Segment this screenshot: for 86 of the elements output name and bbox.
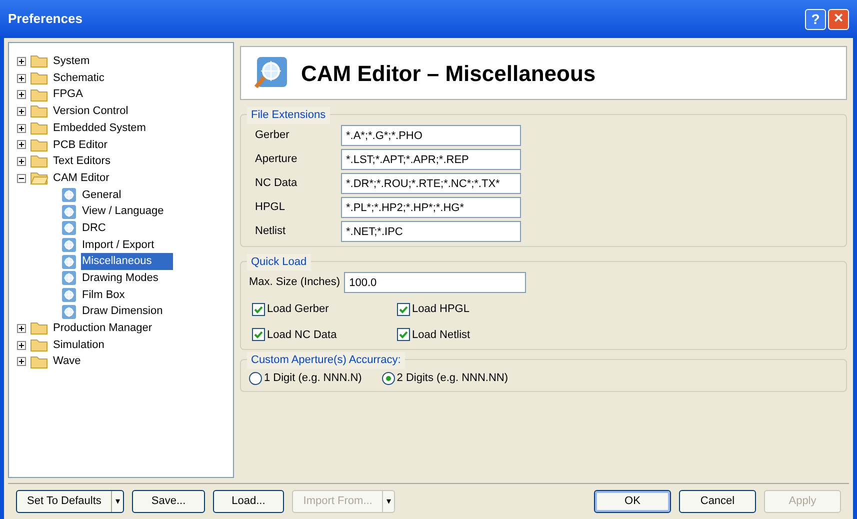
- tree-item[interactable]: Production Manager: [52, 320, 154, 337]
- folder-icon: [30, 54, 48, 68]
- expand-icon[interactable]: [17, 357, 26, 366]
- button[interactable]: OK: [594, 490, 671, 513]
- open-folder-icon: [30, 171, 48, 186]
- expand-icon[interactable]: [17, 90, 26, 100]
- checkbox[interactable]: [252, 302, 265, 316]
- group-title: Quick Load: [247, 254, 311, 270]
- button[interactable]: Load...: [212, 490, 284, 513]
- field-label: Netlist: [254, 224, 287, 240]
- tree-item[interactable]: CAM Editor: [52, 170, 110, 186]
- field-label: NC Data: [254, 176, 298, 192]
- folder-icon: [30, 321, 48, 336]
- field-label: Aperture: [254, 152, 298, 168]
- radio-button[interactable]: [249, 372, 262, 385]
- magnifier-page-icon: [61, 204, 77, 220]
- group-title: Custom Aperture(s) Accurracy:: [247, 352, 405, 368]
- checkbox-label: Load NC Data: [267, 328, 337, 342]
- input-field[interactable]: *.PL*;*.HP2;*.HP*;*.HG*: [341, 197, 521, 218]
- group-title: File Extensions: [247, 107, 330, 124]
- page-title: CAM Editor – Miscellaneous: [301, 60, 596, 88]
- tree-item[interactable]: Import / Export: [81, 236, 156, 254]
- folder-icon: [30, 354, 48, 369]
- magnifier-logo-icon: [253, 55, 289, 91]
- field-label: Max. Size (Inches): [249, 275, 340, 290]
- input-field[interactable]: *.A*;*.G*;*.PHO: [341, 125, 521, 146]
- tree-item[interactable]: PCB Editor: [52, 136, 108, 154]
- input-field[interactable]: *.NET;*.IPC: [341, 221, 521, 242]
- expand-icon[interactable]: [17, 324, 26, 333]
- folder-icon: [30, 138, 48, 152]
- close-button[interactable]: ×: [828, 8, 849, 30]
- folder-icon: [30, 88, 48, 102]
- input-field[interactable]: *.DR*;*.ROU;*.RTE;*.NC*;*.TX*: [341, 173, 521, 194]
- input-field[interactable]: 100.0: [344, 272, 526, 293]
- magnifier-page-icon: [61, 304, 77, 320]
- expand-icon[interactable]: [17, 74, 26, 83]
- folder-icon: [30, 71, 48, 86]
- tree-item[interactable]: Schematic: [52, 70, 106, 86]
- tree-item[interactable]: Simulation: [52, 336, 106, 354]
- magnifier-page-icon: [61, 254, 77, 270]
- expand-icon[interactable]: [17, 124, 26, 133]
- folder-icon: [30, 104, 48, 118]
- magnifier-page-icon: [61, 270, 77, 286]
- expand-icon[interactable]: [17, 56, 26, 66]
- tree-item[interactable]: Drawing Modes: [81, 270, 160, 287]
- expand-icon[interactable]: [17, 140, 26, 150]
- magnifier-page-icon: [61, 286, 77, 303]
- window-title: Preferences: [8, 10, 84, 28]
- tree-item[interactable]: Draw Dimension: [81, 303, 164, 320]
- field-label: Gerber: [254, 128, 290, 144]
- tree-item[interactable]: Miscellaneous: [81, 253, 173, 270]
- radio-label: 2 Digits (e.g. NNN.NN): [396, 371, 508, 386]
- tree-item[interactable]: System: [52, 53, 91, 70]
- tree-item[interactable]: Version Control: [52, 103, 130, 120]
- radio-label: 1 Digit (e.g. NNN.N): [264, 371, 362, 386]
- checkbox[interactable]: [397, 302, 410, 316]
- magnifier-page-icon: [61, 186, 77, 203]
- help-button[interactable]: ?: [805, 8, 826, 30]
- tree-item[interactable]: DRC: [81, 220, 107, 236]
- tree-item[interactable]: Film Box: [81, 286, 126, 304]
- button[interactable]: Cancel: [679, 490, 756, 513]
- radio-button[interactable]: [382, 372, 395, 385]
- tree-item[interactable]: Text Editors: [52, 153, 112, 170]
- folder-icon: [30, 121, 48, 136]
- split-button[interactable]: Set To Defaults ▾: [16, 490, 124, 513]
- magnifier-page-icon: [61, 220, 77, 236]
- checkbox-label: Load Gerber: [267, 302, 329, 317]
- folder-icon: [30, 154, 48, 168]
- tree-item[interactable]: FPGA: [52, 86, 84, 103]
- checkbox[interactable]: [397, 328, 410, 342]
- expand-icon[interactable]: [17, 156, 26, 166]
- expand-icon[interactable]: [17, 106, 26, 116]
- tree-item[interactable]: View / Language: [81, 203, 165, 220]
- checkbox-label: Load Netlist: [412, 328, 470, 342]
- tree-item[interactable]: Wave: [52, 353, 82, 370]
- tree-item[interactable]: Embedded System: [52, 120, 147, 136]
- tree-item[interactable]: General: [81, 186, 122, 204]
- collapse-icon[interactable]: [17, 174, 26, 183]
- folder-icon: [30, 338, 48, 352]
- input-field[interactable]: *.LST;*.APT;*.APR;*.REP: [341, 149, 521, 170]
- button[interactable]: Save...: [132, 490, 205, 513]
- checkbox[interactable]: [252, 328, 265, 342]
- field-label: HPGL: [254, 200, 286, 216]
- checkbox-label: Load HPGL: [412, 302, 470, 317]
- magnifier-page-icon: [61, 236, 77, 253]
- expand-icon[interactable]: [17, 340, 26, 350]
